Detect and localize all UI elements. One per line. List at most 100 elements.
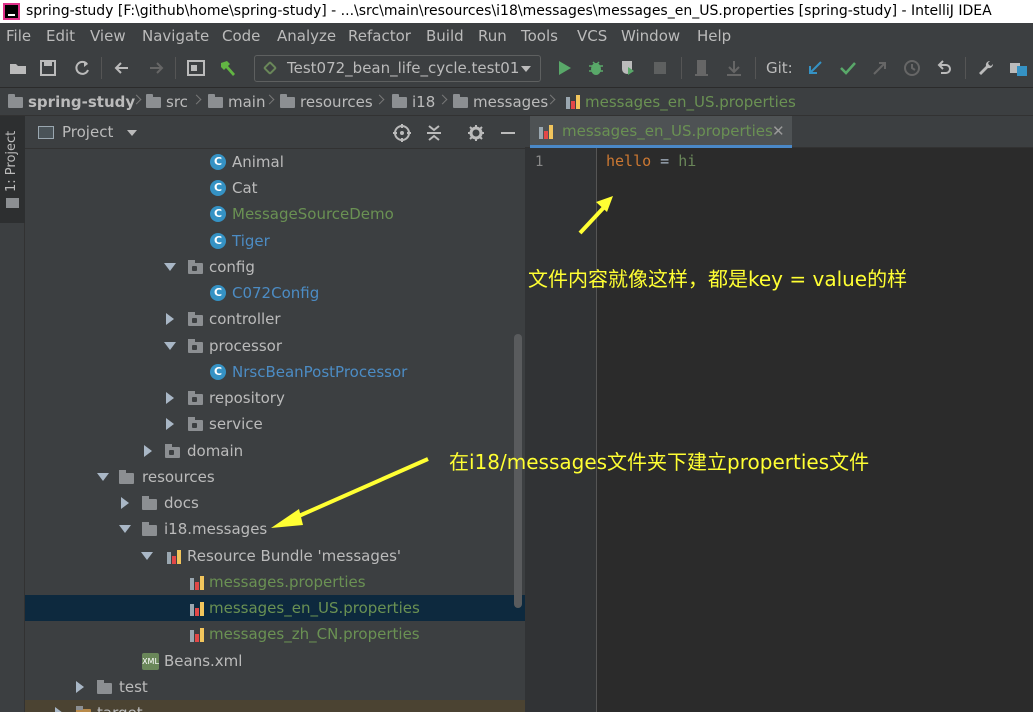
collapse-arrow-icon[interactable] [55,707,63,712]
tab-messages-en-us[interactable]: messages_en_US.properties ✕ [530,116,792,148]
menu-bar: File Edit View Navigate Code Analyze Ref… [0,23,1033,49]
tree-item-messages-en-us-properties[interactable]: messages_en_US.properties [25,595,525,621]
title-bar: spring-study [F:\github\home\spring-stud… [0,0,1033,23]
annotation-note-top: 文件内容就像这样，都是key = value的样 [528,267,908,291]
git-label: Git: [766,59,793,77]
breadcrumb-resources[interactable]: resources [280,88,373,116]
breadcrumb-project[interactable]: spring-study [8,88,135,116]
locate-target-icon[interactable] [393,124,411,142]
back-arrow-icon[interactable] [112,58,132,78]
tree-item-resource-bundle[interactable]: Resource Bundle 'messages' [25,543,525,569]
minimize-icon[interactable] [499,124,517,142]
tree-item-beans-xml[interactable]: XML Beans.xml [25,648,525,674]
left-tool-strip: 1: Project [0,116,25,712]
tree-item-messages-properties[interactable]: messages.properties [25,569,525,595]
tree-item-messages-zh-cn-properties[interactable]: messages_zh_CN.properties [25,621,525,647]
project-structure-icon[interactable] [1008,58,1028,78]
open-folder-icon[interactable] [8,58,28,78]
structure-icon[interactable] [186,58,206,78]
collapse-arrow-icon[interactable] [121,497,129,509]
menu-tools[interactable]: Tools [521,23,558,49]
stop-icon[interactable] [650,58,670,78]
sync-icon[interactable] [72,58,92,78]
annotation-note-middle: 在i18/messages文件夹下建立properties文件 [449,450,870,474]
git-update-icon[interactable] [805,58,825,78]
menu-view[interactable]: View [90,23,126,49]
menu-navigate[interactable]: Navigate [142,23,209,49]
breadcrumb-i18[interactable]: i18 [392,88,435,116]
class-icon: C [210,206,226,222]
run-icon[interactable] [554,58,574,78]
run-configuration-selector[interactable]: Test072_bean_life_cycle.test01 [254,55,541,82]
collapse-arrow-icon[interactable] [166,313,174,325]
tree-item-tiger[interactable]: C Tiger [25,228,525,254]
menu-analyze[interactable]: Analyze [277,23,336,49]
breadcrumb-src[interactable]: src [146,88,188,116]
collapse-arrow-icon[interactable] [76,681,84,693]
breadcrumb-messages[interactable]: messages [453,88,548,116]
expand-arrow-icon[interactable] [97,473,109,481]
collapse-all-icon[interactable] [425,124,443,142]
tree-item-messagesourcedemo[interactable]: C MessageSourceDemo [25,201,525,227]
menu-build[interactable]: Build [426,23,464,49]
project-panel-title[interactable]: Project [62,123,113,141]
tree-item-controller[interactable]: controller [25,306,525,332]
expand-arrow-icon[interactable] [119,525,131,533]
folder-icon [453,94,468,108]
tree-item-nrscbeanpostprocessor[interactable]: C NrscBeanPostProcessor [25,359,525,385]
collapse-arrow-icon[interactable] [144,445,152,457]
window-title: spring-study [F:\github\home\spring-stud… [26,3,992,19]
folder-icon [208,94,223,108]
tree-item-c072config[interactable]: C C072Config [25,280,525,306]
save-icon[interactable] [38,58,58,78]
history-clock-icon[interactable] [902,58,922,78]
menu-run[interactable]: Run [478,23,507,49]
git-push-icon[interactable] [870,58,890,78]
tree-item-target[interactable]: target [25,700,525,712]
menu-window[interactable]: Window [621,23,680,49]
tree-item-animal[interactable]: C Animal [25,149,525,175]
breadcrumb-main[interactable]: main [208,88,265,116]
expand-arrow-icon[interactable] [141,552,153,560]
coverage-icon[interactable] [618,58,638,78]
expand-arrow-icon[interactable] [164,263,176,271]
attach-debugger-icon[interactable] [692,58,712,78]
resources-folder-icon [119,470,134,484]
collapse-arrow-icon[interactable] [166,418,174,430]
gear-icon[interactable] [467,124,485,142]
menu-code[interactable]: Code [222,23,260,49]
tree-item-repository[interactable]: repository [25,385,525,411]
breadcrumb: spring-study src main resources i18 mess… [0,88,1033,116]
toolbar-separator [101,57,102,79]
code-line[interactable]: hello = hi [606,152,696,170]
editor-area: messages_en_US.properties ✕ 1 hello = hi [525,116,1033,712]
tree-item-test[interactable]: test [25,674,525,700]
menu-refactor[interactable]: Refactor [348,23,411,49]
properties-file-icon [538,123,554,140]
package-folder-icon [188,417,203,431]
tree-item-cat[interactable]: C Cat [25,175,525,201]
project-tool-window-tab[interactable]: 1: Project [0,116,25,223]
expand-arrow-icon[interactable] [164,342,176,350]
tree-item-config[interactable]: config [25,254,525,280]
forward-arrow-icon[interactable] [146,58,166,78]
settings-wrench-icon[interactable] [976,58,996,78]
build-hammer-icon[interactable] [218,58,238,78]
collapse-arrow-icon[interactable] [166,392,174,404]
tree-item-processor[interactable]: processor [25,333,525,359]
menu-edit[interactable]: Edit [46,23,75,49]
tree-item-service[interactable]: service [25,411,525,437]
tree-item-i18-messages[interactable]: i18.messages [25,516,525,542]
menu-file[interactable]: File [6,23,31,49]
debug-bug-icon[interactable] [586,58,606,78]
intellij-app-icon [3,3,20,20]
rollback-icon[interactable] [934,58,954,78]
tree-item-docs[interactable]: docs [25,490,525,516]
close-icon[interactable]: ✕ [772,116,785,147]
menu-help[interactable]: Help [697,23,731,49]
git-commit-check-icon[interactable] [838,58,858,78]
download-icon[interactable] [724,58,744,78]
menu-vcs[interactable]: VCS [577,23,607,49]
breadcrumb-file[interactable]: messages_en_US.properties [565,88,796,116]
chevron-down-icon[interactable] [127,130,137,136]
